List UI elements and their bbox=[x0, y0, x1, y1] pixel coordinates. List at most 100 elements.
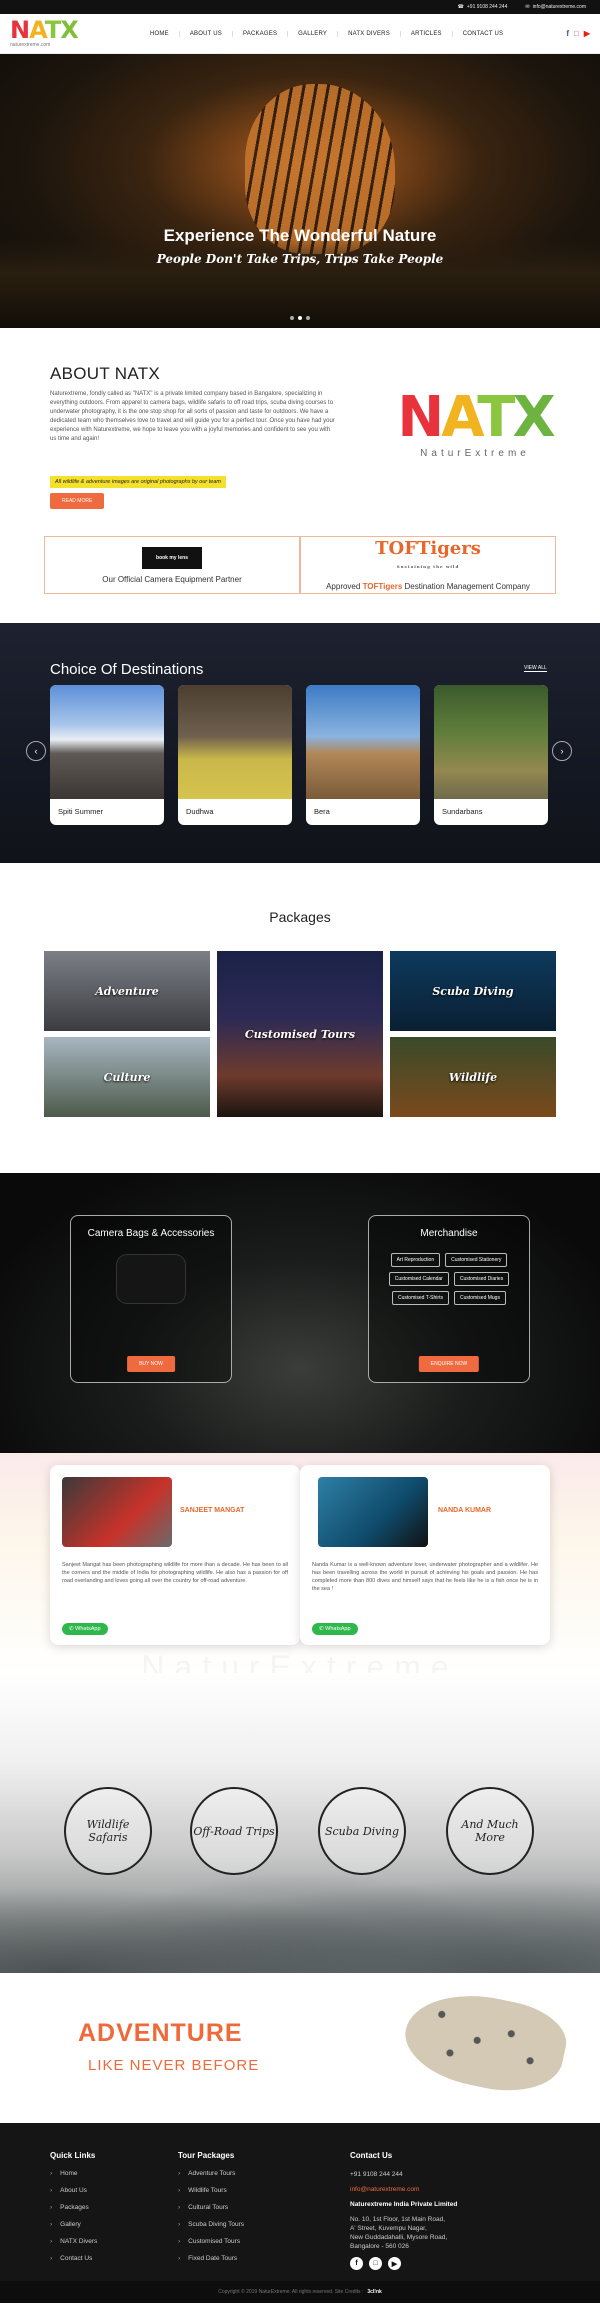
merch-tag[interactable]: Customised Diaries bbox=[453, 1272, 510, 1286]
site-footer: Quick Links Home About Us Packages Galle… bbox=[0, 2123, 600, 2303]
destination-card[interactable]: Spiti Summer bbox=[50, 685, 164, 825]
quick-links: Quick Links Home About Us Packages Galle… bbox=[50, 2151, 97, 2272]
about-note: All wildlife & adventure images are orig… bbox=[50, 476, 227, 488]
camera-bags-title: Camera Bags & Accessories bbox=[87, 1228, 215, 1239]
nav-home[interactable]: HOME bbox=[140, 30, 180, 37]
experiences-section: Wildlife Safaris Off-Road Trips Scuba Di… bbox=[0, 1673, 600, 1973]
footer-email[interactable]: info@naturextreme.com bbox=[350, 2185, 457, 2194]
adventure-title: ADVENTURE bbox=[78, 2019, 243, 2047]
hero-subtitle: People Don't Take Trips, Trips Take Peop… bbox=[156, 252, 444, 266]
slider-dots bbox=[0, 316, 600, 320]
footer-link[interactable]: Wildlife Tours bbox=[178, 2187, 244, 2194]
destinations-heading: Choice Of Destinations bbox=[50, 661, 204, 678]
destination-card[interactable]: Dudhwa bbox=[178, 685, 292, 825]
footer-link[interactable]: Scuba Diving Tours bbox=[178, 2221, 244, 2228]
merch-tag[interactable]: Customised Calendar bbox=[388, 1272, 449, 1286]
experience-off-road-trips[interactable]: Off-Road Trips bbox=[190, 1787, 278, 1875]
package-tile-adventure[interactable]: Adventure bbox=[44, 951, 210, 1031]
instagram-icon[interactable]: □ bbox=[574, 29, 579, 38]
destination-card[interactable]: Bera bbox=[306, 685, 420, 825]
experience-much-more[interactable]: And Much More bbox=[446, 1787, 534, 1875]
instagram-icon[interactable]: □ bbox=[369, 2257, 382, 2270]
team-card: SANJEET MANGAT Sanjeet Mangat has been p… bbox=[50, 1465, 300, 1645]
footer-company: Naturextreme India Private Limited bbox=[350, 2201, 458, 2208]
book-my-lens-logo[interactable]: book my lens bbox=[142, 546, 202, 569]
view-all-link[interactable]: VIEW ALL bbox=[524, 665, 547, 672]
footer-link[interactable]: Customised Tours bbox=[178, 2238, 244, 2245]
packages-section: Packages Adventure Customised Tours Scub… bbox=[0, 863, 600, 1173]
youtube-icon[interactable]: ▶ bbox=[584, 29, 590, 38]
site-credit-link[interactable]: 3cl!nk bbox=[367, 2289, 381, 2295]
nav-packages[interactable]: PACKAGES bbox=[233, 30, 289, 37]
tour-packages-links: Tour Packages Adventure Tours Wildlife T… bbox=[178, 2151, 244, 2272]
package-tile-scuba[interactable]: Scuba Diving bbox=[390, 951, 556, 1031]
merchandise-title: Merchandise bbox=[420, 1228, 478, 1239]
footer-link[interactable]: About Us bbox=[50, 2187, 97, 2194]
footer-link[interactable]: Packages bbox=[50, 2204, 97, 2211]
read-more-button[interactable]: READ MORE bbox=[50, 493, 105, 509]
whatsapp-button[interactable]: ✆ WhatsApp bbox=[62, 1623, 108, 1635]
buy-now-button[interactable]: BUY NOW bbox=[127, 1356, 175, 1372]
about-heading: ABOUT NATX bbox=[50, 364, 161, 383]
enquire-now-button[interactable]: ENQUIRE NOW bbox=[418, 1356, 480, 1372]
merch-tag[interactable]: Customised Mugs bbox=[453, 1291, 506, 1305]
footer-link[interactable]: NATX Divers bbox=[50, 2238, 97, 2245]
camera-bag-image bbox=[117, 1255, 185, 1303]
about-text: Naturextreme, fondly called as "NATX" is… bbox=[50, 391, 335, 442]
top-email[interactable]: ✉ info@naturextreme.com bbox=[525, 4, 586, 10]
hero-slider: Experience The Wonderful Nature People D… bbox=[0, 54, 600, 328]
footer-link[interactable]: Cultural Tours bbox=[178, 2204, 244, 2211]
youtube-icon[interactable]: ▶ bbox=[388, 2257, 401, 2270]
member-photo bbox=[62, 1477, 172, 1547]
nav-articles[interactable]: ARTICLES bbox=[401, 30, 453, 37]
merch-tag[interactable]: Art Reproduction bbox=[390, 1253, 441, 1267]
next-arrow-icon[interactable]: › bbox=[552, 741, 572, 761]
slider-dot[interactable] bbox=[306, 316, 310, 320]
copyright-bar: Copyright © 2019 NaturExtreme. All right… bbox=[0, 2281, 600, 2303]
destination-card[interactable]: Sundarbans bbox=[434, 685, 548, 825]
footer-link[interactable]: Home bbox=[50, 2170, 97, 2177]
facebook-icon[interactable]: f bbox=[350, 2257, 363, 2270]
facebook-icon[interactable]: f bbox=[566, 29, 569, 38]
nav-gallery[interactable]: GALLERY bbox=[288, 30, 339, 37]
member-bio: Sanjeet Mangat has been photographing wi… bbox=[62, 1562, 288, 1584]
top-phone[interactable]: ☎ +91 9108 244 244 bbox=[458, 4, 508, 10]
slider-dot[interactable] bbox=[298, 316, 302, 320]
toftigers-partner-box: TOFTigers Sustaining the wild Approved TO… bbox=[300, 536, 556, 594]
top-bar: ☎ +91 9108 244 244 ✉ info@naturextreme.c… bbox=[0, 0, 600, 14]
nav-contact[interactable]: CONTACT US bbox=[453, 31, 513, 37]
merch-tag[interactable]: Customised Stationery bbox=[445, 1253, 508, 1267]
footer-phone[interactable]: +91 9108 244 244 bbox=[350, 2170, 457, 2179]
merch-tag[interactable]: Customised T-Shirts bbox=[392, 1291, 449, 1305]
footer-address: No. 10, 1st Floor, 1st Main Road, A' Str… bbox=[350, 2216, 448, 2250]
camera-partner-caption: Our Official Camera Equipment Partner bbox=[102, 574, 242, 584]
adventure-subtitle: LIKE NEVER BEFORE bbox=[88, 2057, 260, 2074]
nav-about[interactable]: ABOUT US bbox=[180, 30, 233, 37]
site-logo[interactable]: NATX naturextreme.com bbox=[10, 18, 80, 48]
whatsapp-button[interactable]: ✆ WhatsApp bbox=[312, 1623, 358, 1635]
package-tile-customised[interactable]: Customised Tours bbox=[217, 951, 383, 1117]
footer-contact: Contact Us +91 9108 244 244 info@naturex… bbox=[350, 2151, 457, 2270]
experience-wildlife-safaris[interactable]: Wildlife Safaris bbox=[64, 1787, 152, 1875]
package-tile-culture[interactable]: Culture bbox=[44, 1037, 210, 1117]
footer-link[interactable]: Gallery bbox=[50, 2221, 97, 2228]
adventure-banner: ADVENTURE LIKE NEVER BEFORE bbox=[0, 1973, 600, 2123]
nav-natx-divers[interactable]: NATX DIVERS bbox=[338, 30, 401, 37]
hero-title: Experience The Wonderful Nature bbox=[163, 226, 437, 245]
partners-section: book my lens Our Official Camera Equipme… bbox=[0, 528, 600, 623]
member-name: NANDA KUMAR bbox=[438, 1507, 492, 1514]
footer-link[interactable]: Adventure Tours bbox=[178, 2170, 244, 2177]
snow-leopard-image bbox=[397, 1981, 573, 2103]
package-tile-wildlife[interactable]: Wildlife bbox=[390, 1037, 556, 1117]
slider-dot[interactable] bbox=[290, 316, 294, 320]
prev-arrow-icon[interactable]: ‹ bbox=[26, 741, 46, 761]
camera-bags-box: Camera Bags & Accessories BUY NOW bbox=[70, 1215, 232, 1383]
member-bio: Nanda Kumar is a well-known adventure lo… bbox=[312, 1562, 538, 1592]
toftigers-logo[interactable]: TOFTigers Sustaining the wild bbox=[375, 539, 481, 576]
footer-link[interactable]: Contact Us bbox=[50, 2255, 97, 2262]
experience-scuba-diving[interactable]: Scuba Diving bbox=[318, 1787, 406, 1875]
footer-link[interactable]: Fixed Date Tours bbox=[178, 2255, 244, 2262]
packages-heading: Packages bbox=[269, 909, 331, 925]
shop-section: Camera Bags & Accessories BUY NOW Mercha… bbox=[0, 1173, 600, 1453]
camera-partner-box: book my lens Our Official Camera Equipme… bbox=[44, 536, 300, 594]
